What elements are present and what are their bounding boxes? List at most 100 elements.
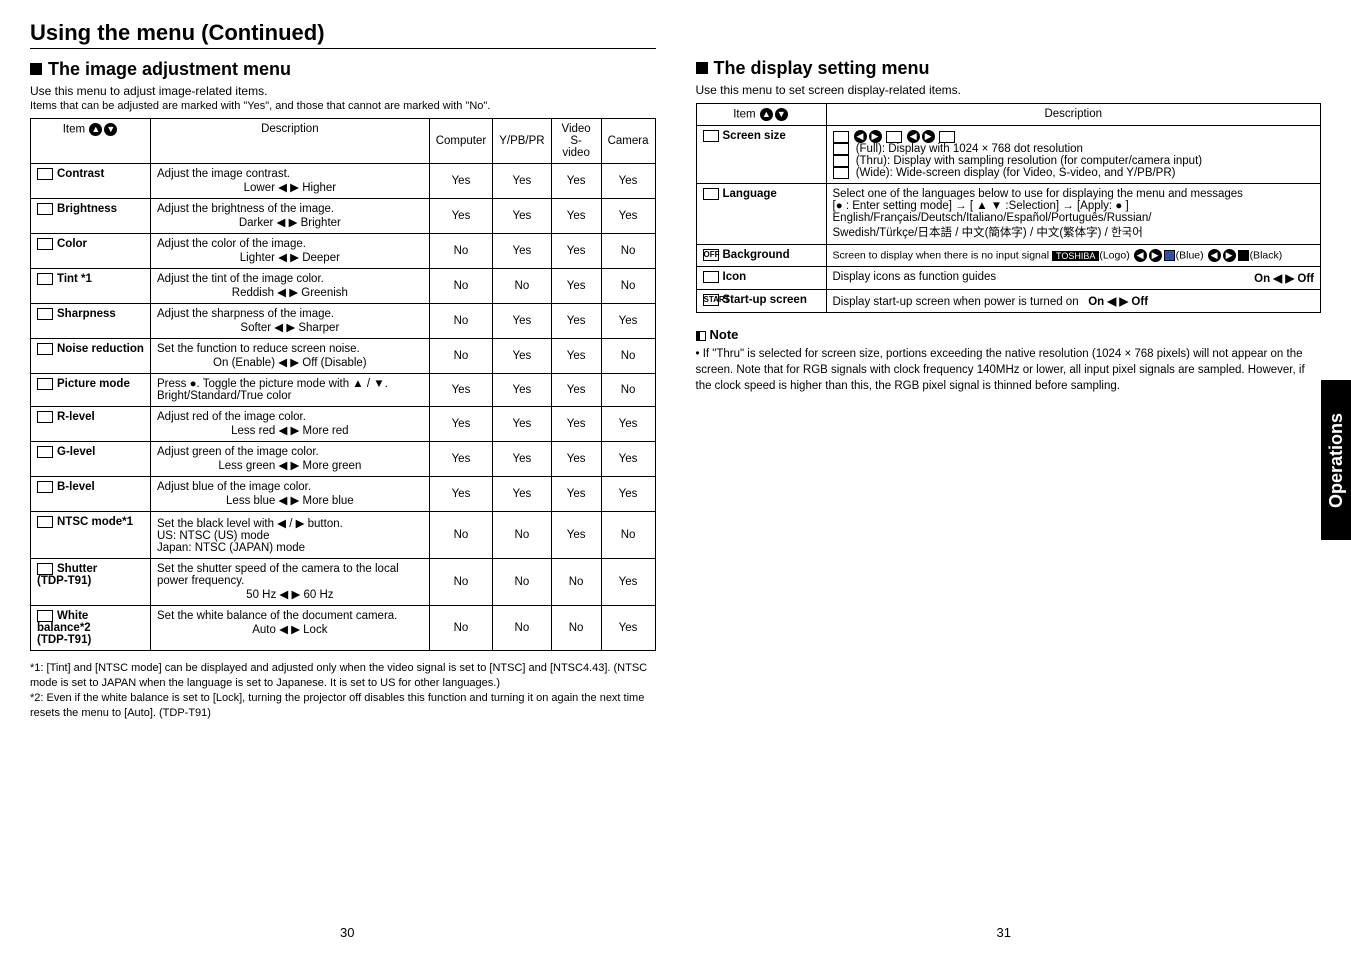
item-icon	[37, 308, 53, 320]
th-video: Video S-video	[551, 119, 601, 164]
item-label: Tint *1	[57, 273, 92, 285]
yn-cell: Yes	[551, 339, 601, 374]
desc-line: Adjust green of the image color.	[157, 446, 423, 458]
yn-cell: Yes	[493, 339, 551, 374]
opt-label: (Logo)	[1099, 249, 1129, 261]
yn-cell: No	[601, 269, 655, 304]
opt-label: (Black)	[1250, 249, 1283, 261]
th-computer: Computer	[429, 119, 493, 164]
desc-line: Swedish/Türkçe/日本語 / 中文(簡体字) / 中文(繁体字) /…	[833, 224, 1315, 240]
thru-icon	[886, 131, 902, 143]
yn-cell: Yes	[493, 234, 551, 269]
yn-cell: Yes	[551, 374, 601, 407]
item-icon	[37, 411, 53, 423]
item-label: Sharpness	[57, 308, 116, 320]
yn-cell: Yes	[551, 304, 601, 339]
desc-line: (Wide): Wide-screen display (for Video, …	[856, 167, 1176, 179]
display-setting-title-text: The display setting menu	[714, 58, 930, 78]
opt-label: (Blue)	[1176, 249, 1204, 261]
left-icon: ◀	[907, 130, 920, 143]
yn-cell: Yes	[493, 199, 551, 234]
right-intro: Use this menu to set screen display-rela…	[696, 83, 1322, 97]
table-row: Language Select one of the languages bel…	[696, 184, 1321, 245]
desc-line: Adjust the image contrast.	[157, 168, 423, 180]
desc-line: (Thru): Display with sampling resolution…	[856, 155, 1202, 167]
desc-line: Adjust the brightness of the image.	[157, 203, 423, 215]
footnote-2: *2: Even if the white balance is set to …	[30, 691, 656, 721]
desc-line: Select one of the languages below to use…	[833, 188, 1315, 200]
table-row: STARTStart-up screen Display start-up sc…	[696, 290, 1321, 313]
yn-cell: No	[429, 339, 493, 374]
desc-line2: Lighter ◀ ▶ Deeper	[157, 250, 423, 264]
item-label: Noise reduction	[57, 343, 144, 355]
wide-icon	[833, 167, 849, 179]
screen-icon	[703, 130, 719, 142]
yn-cell: Yes	[429, 199, 493, 234]
desc-line: Adjust blue of the image color.	[157, 481, 423, 493]
desc-line: Press ●. Toggle the picture mode with ▲ …	[157, 378, 423, 402]
black-square-icon	[1238, 250, 1249, 261]
yn-cell: Yes	[493, 374, 551, 407]
yn-cell: No	[429, 269, 493, 304]
yn-cell: Yes	[551, 477, 601, 512]
yn-cell: No	[551, 606, 601, 651]
yn-cell: Yes	[601, 199, 655, 234]
up-icon: ▲	[760, 108, 773, 121]
desc-line2: Auto ◀ ▶ Lock	[157, 622, 423, 636]
yn-cell: Yes	[551, 442, 601, 477]
yn-cell: Yes	[493, 164, 551, 199]
desc-line: Screen to display when there is no input…	[833, 249, 1050, 261]
item-icon	[37, 563, 53, 575]
th-desc: Description	[151, 119, 430, 164]
item-label: Contrast	[57, 168, 104, 180]
yn-cell: Yes	[493, 304, 551, 339]
desc-line2: Lower ◀ ▶ Higher	[157, 180, 423, 194]
item-label: Start-up screen	[723, 294, 807, 306]
yn-cell: No	[601, 374, 655, 407]
table-row: Picture modePress ●. Toggle the picture …	[31, 374, 656, 407]
startup-icon: START	[703, 294, 719, 306]
desc-line2: Less red ◀ ▶ More red	[157, 423, 423, 437]
footnote-1: *1: [Tint] and [NTSC mode] can be displa…	[30, 661, 656, 691]
th-desc-r: Description	[826, 104, 1321, 126]
yn-cell: No	[429, 606, 493, 651]
yn-cell: No	[429, 304, 493, 339]
yn-cell: Yes	[551, 407, 601, 442]
item-label: Icon	[723, 271, 747, 283]
icon-icon	[703, 271, 719, 283]
table-row: Icon Display icons as function guides On…	[696, 267, 1321, 290]
main-heading: Using the menu (Continued)	[30, 20, 656, 49]
desc-line2: Less blue ◀ ▶ More blue	[157, 493, 423, 507]
item-icon	[37, 168, 53, 180]
left-icon: ◀	[1208, 249, 1221, 262]
yn-cell: Yes	[601, 442, 655, 477]
page-number-left: 30	[340, 925, 354, 940]
item-icon	[37, 343, 53, 355]
table-row: R-levelAdjust red of the image color.Les…	[31, 407, 656, 442]
yn-cell: No	[493, 269, 551, 304]
desc-line: Set the white balance of the document ca…	[157, 610, 423, 622]
image-adjustment-title-text: The image adjustment menu	[48, 59, 291, 79]
yn-cell: Yes	[551, 512, 601, 559]
yn-cell: Yes	[601, 606, 655, 651]
background-icon: OFF	[703, 249, 719, 261]
yn-cell: Yes	[493, 442, 551, 477]
yn-cell: No	[493, 606, 551, 651]
full-icon	[833, 143, 849, 155]
desc-line: Adjust the tint of the image color.	[157, 273, 423, 285]
desc-line: Adjust red of the image color.	[157, 411, 423, 423]
up-icon: ▲	[89, 123, 102, 136]
yn-cell: Yes	[429, 442, 493, 477]
desc-line: (Full): Display with 1024 × 768 dot reso…	[856, 143, 1083, 155]
table-row: Contrast Adjust the image contrast.Lower …	[31, 164, 656, 199]
down-icon: ▼	[104, 123, 117, 136]
item-label: NTSC mode*1	[57, 516, 133, 528]
table-row: BrightnessAdjust the brightness of the i…	[31, 199, 656, 234]
yn-cell: Yes	[493, 477, 551, 512]
yn-cell: Yes	[551, 234, 601, 269]
item-icon	[37, 273, 53, 285]
yn-cell: No	[493, 559, 551, 606]
right-icon: ▶	[1223, 249, 1236, 262]
left-icon: ◀	[1134, 249, 1147, 262]
yn-cell: No	[493, 512, 551, 559]
